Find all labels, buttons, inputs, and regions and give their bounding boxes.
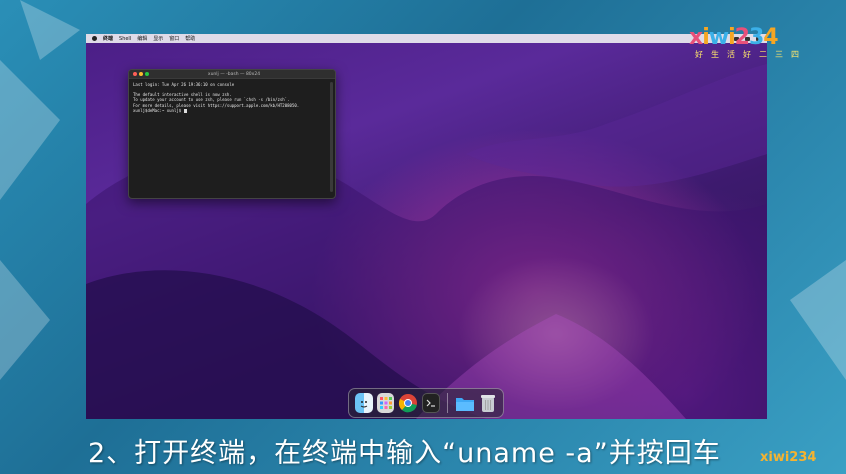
launchpad-icon[interactable] [376, 393, 395, 413]
menu-bar: 终端 Shell 编辑 显示 窗口 帮助 [86, 34, 767, 43]
brand-logo: xiwi234 好生活好二三四 [689, 26, 829, 66]
terminal-title-bar[interactable]: xunlj — -bash — 80x24 [129, 70, 335, 79]
watermark-logo: xiwi234 [760, 450, 817, 465]
menu-item-view[interactable]: 显示 [153, 35, 163, 42]
desktop: 终端 Shell 编辑 显示 窗口 帮助 xunlj — -bash — 80x… [86, 34, 767, 419]
menu-item-window[interactable]: 窗口 [169, 35, 179, 42]
minimize-button[interactable] [139, 72, 143, 76]
terminal-icon[interactable] [422, 393, 441, 413]
terminal-window[interactable]: xunlj — -bash — 80x24 Last login: Tue Ap… [128, 69, 336, 199]
terminal-prompt[interactable]: xunlj$deMac:~ xunlj$ [133, 108, 331, 113]
logo-slogan: 好生活好二三四 [695, 50, 807, 59]
chrome-icon[interactable] [398, 393, 418, 413]
subtitle-caption: 2、打开终端，在终端中输入“uname -a”并按回车 [88, 438, 721, 469]
terminal-title: xunlj — -bash — 80x24 [207, 71, 261, 77]
prompt-text: xunlj$deMac:~ xunlj$ [133, 107, 182, 113]
close-button[interactable] [133, 72, 137, 76]
apple-menu-icon[interactable] [92, 36, 97, 41]
folder-icon[interactable] [455, 393, 475, 413]
dock-separator [447, 393, 449, 413]
menu-item-edit[interactable]: 编辑 [137, 35, 147, 42]
trash-icon[interactable] [479, 393, 497, 413]
menu-item-help[interactable]: 帮助 [185, 35, 195, 42]
logo-text: xiwi234 [689, 25, 779, 50]
menu-item-terminal[interactable]: 终端 [103, 35, 113, 42]
scrollbar[interactable] [330, 82, 333, 192]
dock [348, 388, 504, 418]
zoom-button[interactable] [145, 72, 149, 76]
finder-icon[interactable] [355, 393, 373, 413]
menu-item-shell[interactable]: Shell [119, 36, 131, 42]
terminal-output[interactable]: Last login: Tue Apr 26 19:36:10 on conso… [129, 79, 335, 116]
cursor [183, 108, 187, 113]
